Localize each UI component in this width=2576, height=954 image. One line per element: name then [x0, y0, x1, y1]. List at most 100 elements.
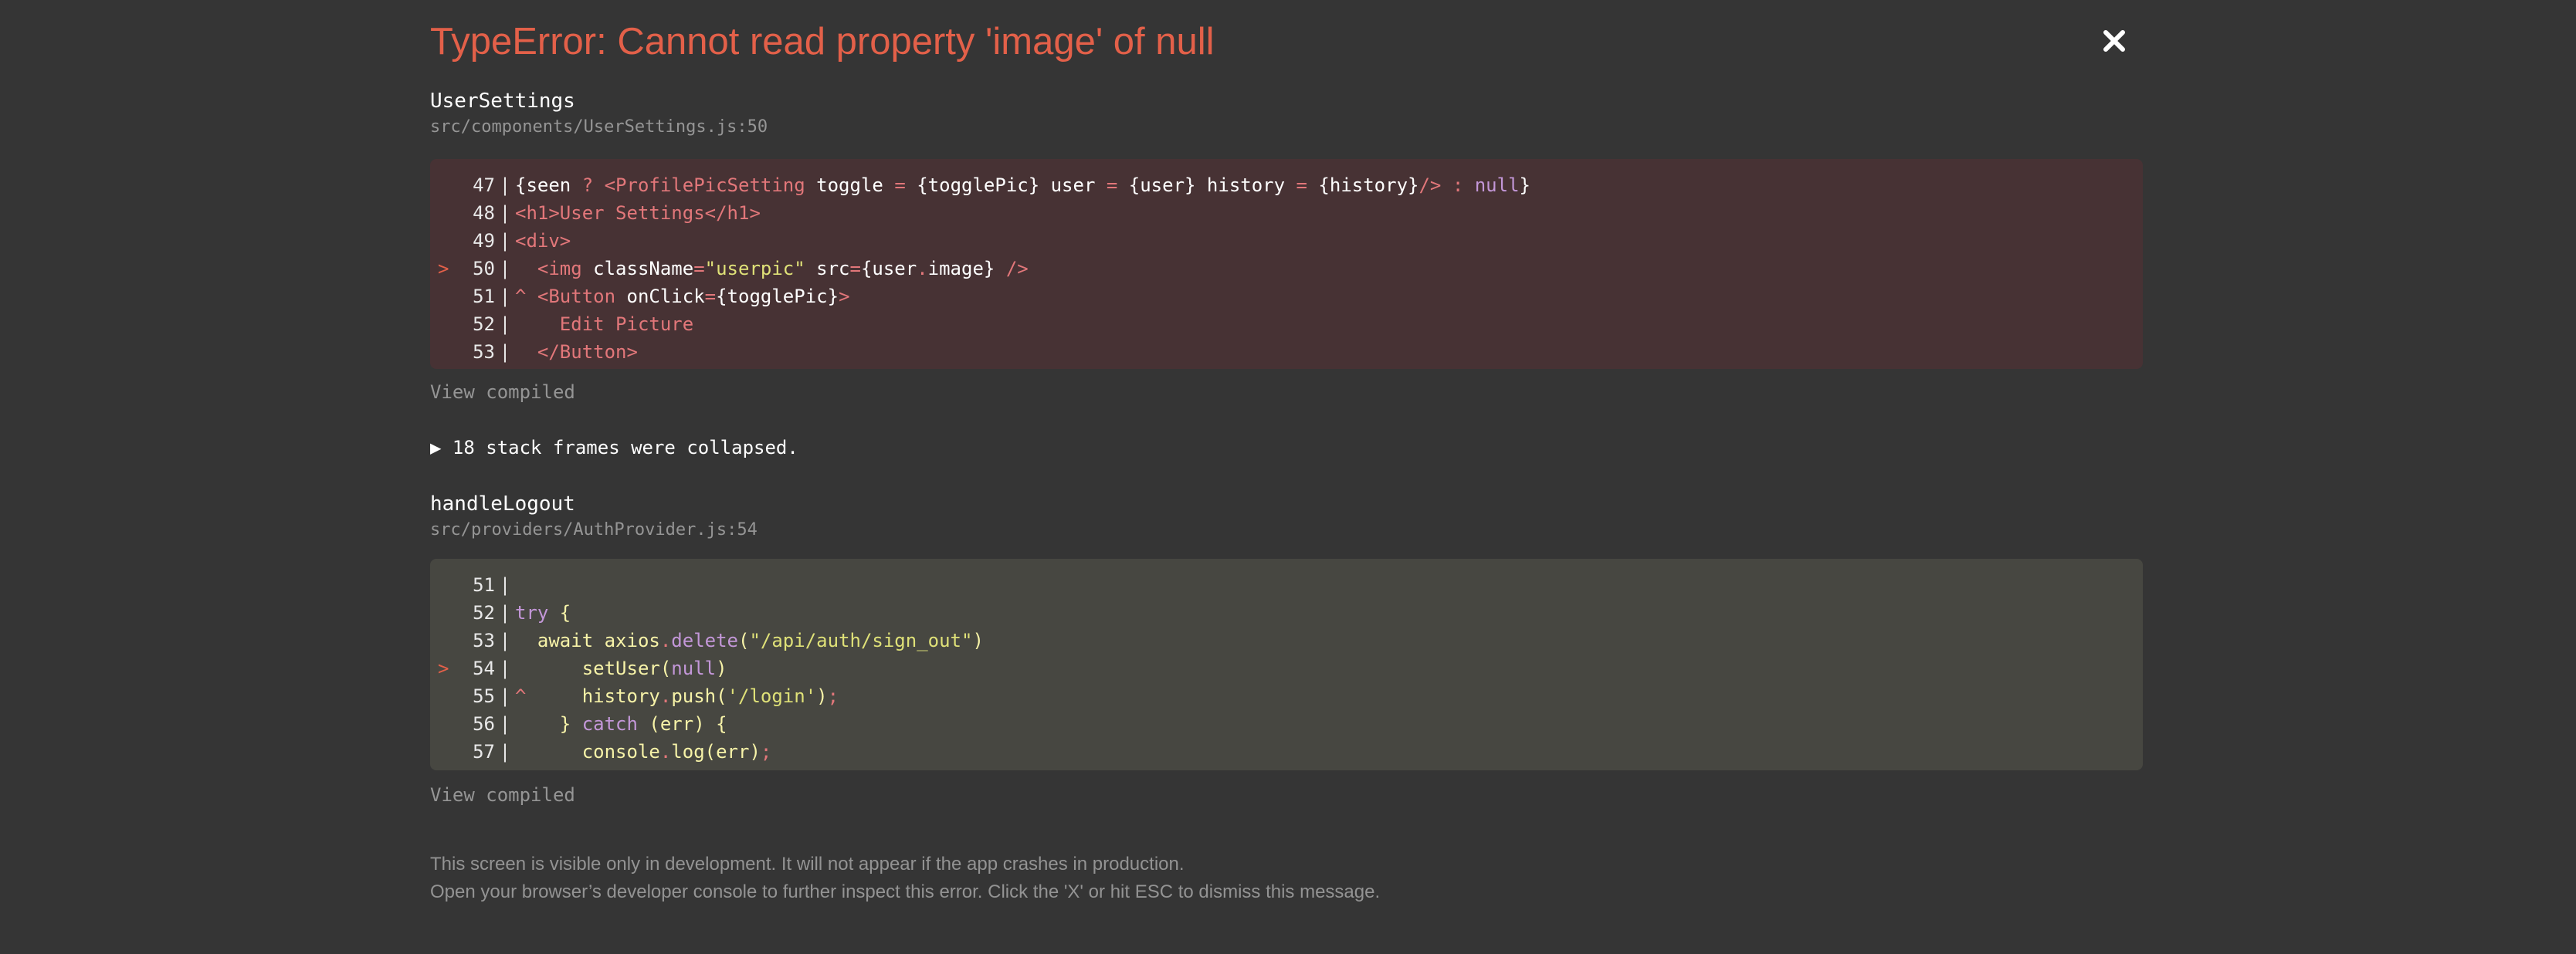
code-token: user [1050, 174, 1107, 196]
line-separator: | [499, 258, 511, 279]
line-marker [430, 171, 453, 199]
code-token: = [1296, 174, 1319, 196]
code-token: ) [816, 685, 828, 707]
line-separator: | [499, 341, 511, 363]
code-text: console.log(err); [515, 738, 772, 766]
code-text: try { [515, 599, 571, 627]
close-icon[interactable] [2096, 23, 2132, 59]
code-token: ; [827, 685, 839, 707]
code-token: {seen [515, 174, 582, 196]
code-token: <img [515, 258, 594, 279]
code-text: Edit Picture [515, 310, 693, 338]
code-token: "userpic" [704, 258, 805, 279]
line-marker [430, 627, 453, 655]
code-token: ) [972, 630, 984, 651]
collapsed-frames-toggle[interactable]: ▶ 18 stack frames were collapsed. [430, 437, 798, 458]
close-icon-glyph [2103, 30, 2125, 52]
code-token: = [1106, 174, 1129, 196]
line-separator: | [499, 230, 511, 252]
line-separator: | [499, 174, 511, 196]
code-line: 52 | Edit Picture [430, 310, 2143, 338]
code-token: try [515, 602, 560, 624]
code-token: /> [1418, 174, 1452, 196]
code-token: } [515, 713, 582, 735]
code-token: { [559, 602, 571, 624]
code-text: <h1>User Settings</h1> [515, 199, 761, 227]
line-number: 51 [473, 574, 495, 596]
code-text: ^ history.push('/login'); [515, 682, 839, 710]
code-token: history [537, 685, 660, 707]
code-token: . [659, 741, 672, 763]
code-token: {togglePic} [917, 174, 1051, 196]
code-token: = [849, 258, 861, 279]
frame-file-path[interactable]: src/providers/AuthProvider.js:54 [430, 520, 758, 540]
code-line: 51 | [430, 571, 2143, 599]
code-text: <div> [515, 227, 571, 255]
line-marker [430, 310, 453, 338]
code-token: (err) [704, 741, 761, 763]
line-separator: | [499, 658, 511, 679]
code-token: delete [671, 630, 738, 651]
code-token: null [1474, 174, 1520, 196]
code-text: {seen ? <ProfilePicSetting toggle = {tog… [515, 171, 1530, 199]
line-marker [430, 227, 453, 255]
code-line-highlighted: >54 | setUser(null) [430, 655, 2143, 682]
code-token: </Button> [515, 341, 638, 363]
line-number: 52 [473, 313, 495, 335]
error-caret: ^ [515, 286, 537, 307]
line-marker [430, 710, 453, 738]
code-snippet-error: 47 | {seen ? <ProfilePicSetting toggle = {… [430, 159, 2143, 369]
code-token: <Button [537, 286, 627, 307]
code-token: catch [581, 713, 649, 735]
code-token: . [917, 258, 928, 279]
code-token: {user} [1128, 174, 1207, 196]
code-token: = [693, 258, 705, 279]
code-token: /> [1005, 258, 1029, 279]
line-separator: | [499, 574, 511, 596]
code-text: </Button> [515, 338, 638, 366]
code-token: onClick [626, 286, 705, 307]
code-line: 55 | ^ history.push('/login'); [430, 682, 2143, 710]
view-compiled-link[interactable]: View compiled [430, 381, 575, 403]
code-token: "/api/auth/sign_out" [749, 630, 973, 651]
code-token: > [839, 286, 850, 307]
code-token: {history} [1318, 174, 1419, 196]
code-token: className [593, 258, 694, 279]
line-number: 52 [473, 602, 495, 624]
line-number: 56 [473, 713, 495, 735]
line-number: 48 [473, 202, 495, 224]
code-text: await axios.delete("/api/auth/sign_out") [515, 627, 984, 655]
line-marker [430, 338, 453, 366]
code-token: . [659, 685, 672, 707]
code-token: } [1519, 174, 1530, 196]
line-number: 55 [473, 685, 495, 707]
line-marker [430, 282, 453, 310]
code-token: toggle [816, 174, 895, 196]
code-token: history [1206, 174, 1296, 196]
frame-file-path[interactable]: src/components/UserSettings.js:50 [430, 117, 768, 137]
line-marker [430, 199, 453, 227]
code-line: 48 | <h1>User Settings</h1> [430, 199, 2143, 227]
footer-notice: This screen is visible only in developme… [430, 854, 1185, 874]
line-separator: | [499, 313, 511, 335]
line-number: 47 [473, 174, 495, 196]
code-token: ( [659, 658, 672, 679]
error-caret: ^ [515, 685, 537, 707]
line-marker [430, 599, 453, 627]
frame-function-name: UserSettings [430, 90, 575, 113]
line-separator: | [499, 286, 511, 307]
code-token: await [515, 630, 605, 651]
line-number: 54 [473, 658, 495, 679]
line-separator: | [499, 202, 511, 224]
code-token: null [671, 658, 717, 679]
frame-function-name: handleLogout [430, 492, 575, 516]
code-token: setUser [515, 658, 660, 679]
line-marker [430, 738, 453, 766]
view-compiled-link[interactable]: View compiled [430, 784, 575, 806]
code-token: </h1> [704, 202, 761, 224]
code-token: image} [927, 258, 1006, 279]
code-token: console [515, 741, 660, 763]
code-snippet-neutral: 51 | 52 | try { 53 | await axios.delete("/ap… [430, 559, 2143, 770]
code-token: src [805, 258, 850, 279]
code-line: 53 | </Button> [430, 338, 2143, 366]
